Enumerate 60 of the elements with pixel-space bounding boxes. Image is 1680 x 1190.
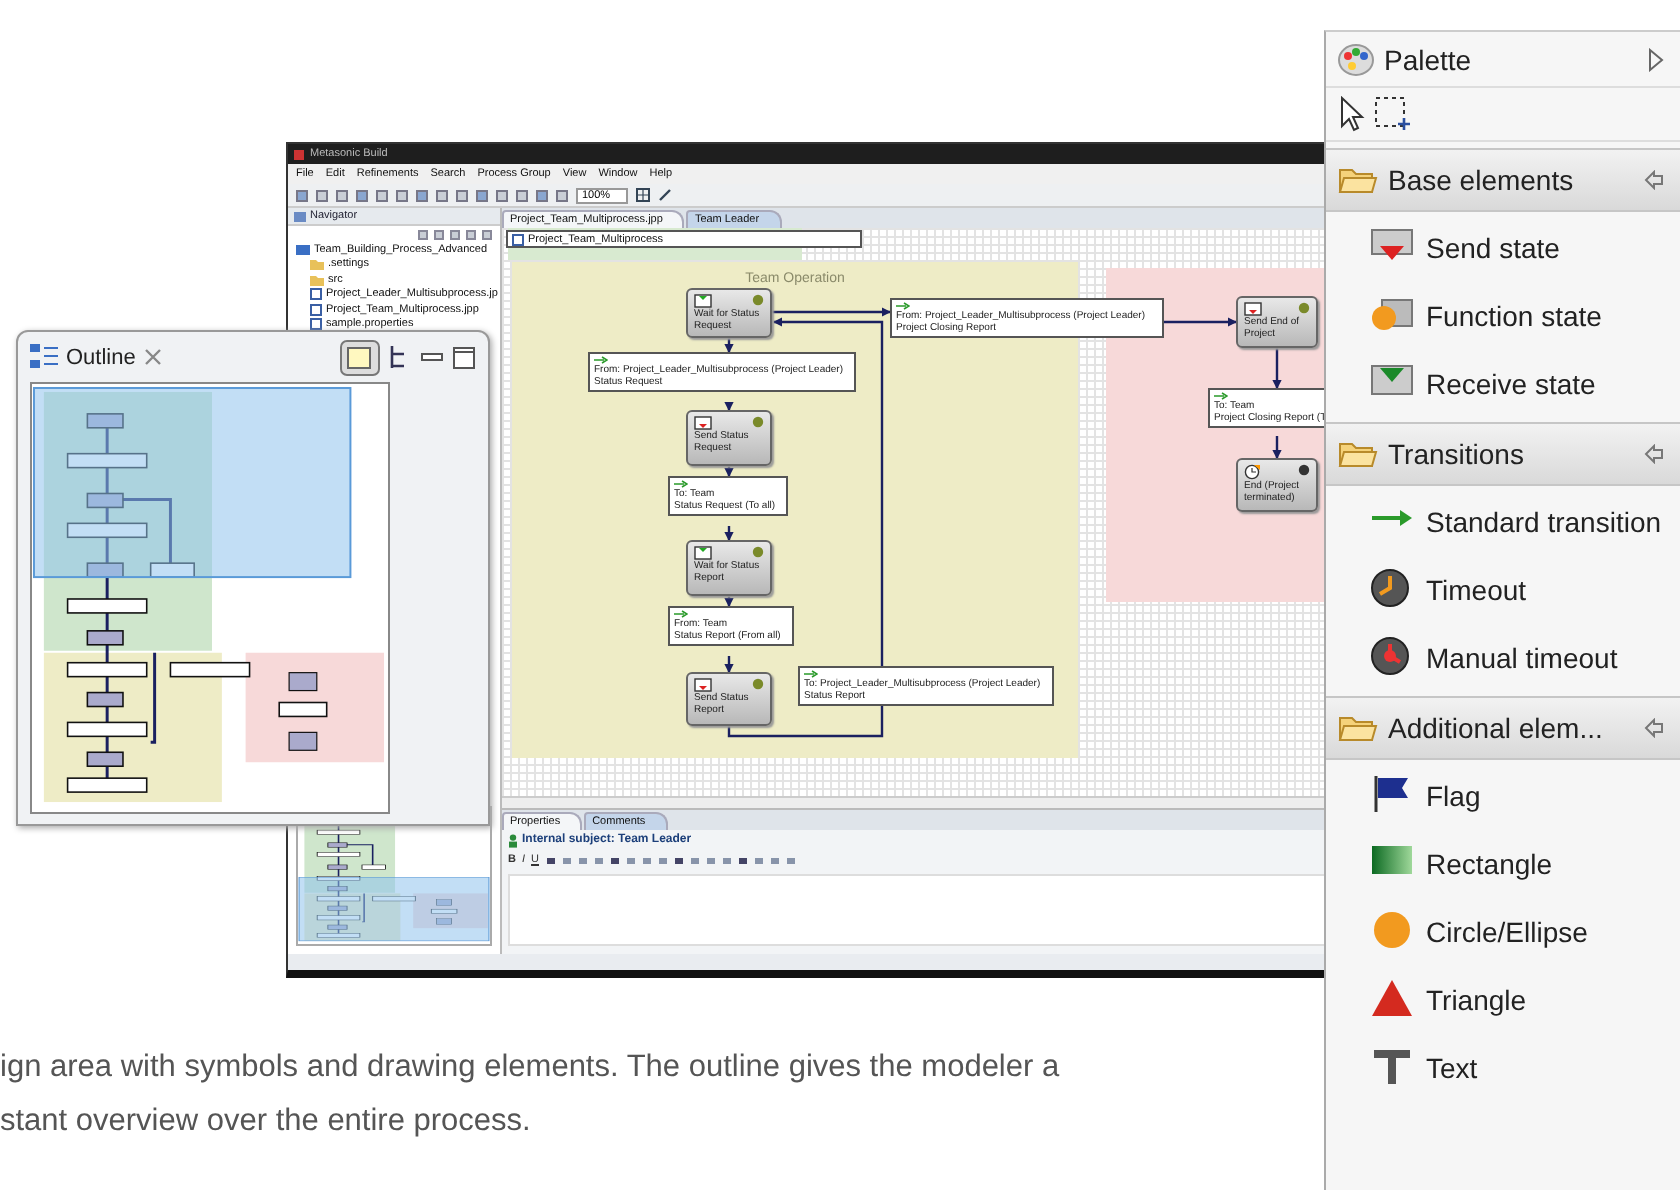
text-tool-icon [1370,1046,1414,1086]
flag-icon [1370,774,1414,814]
triangle-icon [1370,978,1414,1018]
palette-item[interactable]: Standard transition [1326,486,1680,554]
send-envelope-icon [1244,302,1262,316]
palette-item[interactable]: Circle/Ellipse [1326,896,1680,964]
thumbnail-view-icon[interactable] [340,339,380,375]
select-pointer-icon[interactable] [1338,96,1366,132]
connector-arrow [1272,436,1282,460]
folder-icon [1338,438,1378,470]
outline-tab[interactable]: Outline [66,345,136,369]
clock-icon [1244,464,1260,480]
marquee-icon[interactable] [1374,96,1410,132]
outline-icon [30,344,58,370]
arrow-icon [896,302,910,310]
palette-item[interactable]: Rectangle [1326,828,1680,896]
palette-item[interactable]: Flag [1326,760,1680,828]
pencil-icon[interactable] [658,188,673,202]
end-circle-icon [1298,464,1310,476]
send-state-icon [1370,226,1414,262]
palette-item[interactable]: Triangle [1326,964,1680,1032]
palette-item[interactable]: Manual timeout [1326,622,1680,690]
palette-section-header[interactable]: Base elements [1326,148,1680,212]
connector-arrow [1164,317,1238,327]
app-icon [294,149,304,159]
palette-item[interactable]: Send state [1326,212,1680,280]
receive-envelope-icon [694,294,712,308]
send-envelope-icon [694,678,712,692]
circle-icon [1370,910,1414,950]
receive-state-icon [1370,362,1414,398]
palette-item[interactable]: Function state [1326,280,1680,348]
receive-envelope-icon [694,546,712,560]
collapse-arrow-icon[interactable] [1648,47,1664,71]
rectangle-icon [1370,842,1414,878]
folder-icon [1338,712,1378,744]
close-icon[interactable] [143,348,162,366]
palette-icon [1338,43,1374,75]
clock-icon [1370,636,1414,676]
palette-title: Palette [1384,43,1474,75]
palette-item[interactable]: Text [1326,1032,1680,1100]
function-state-icon [1370,294,1414,334]
palette-section-header[interactable]: Transitions [1326,422,1680,486]
caption-text: ign area with symbols and drawing elements. The outline gives the modeler a stant overview over the entire process. [0,1048,1060,1142]
arrow-icon [804,670,818,678]
minimize-icon[interactable] [420,349,444,365]
connector-arrow [1272,348,1282,390]
folder-icon [1338,164,1378,196]
grid-icon[interactable] [636,188,651,202]
arrow-icon [674,480,688,488]
comment-field[interactable] [508,874,1328,946]
arrow-icon [1214,392,1228,400]
arrow-icon [674,610,688,618]
maximize-icon[interactable] [452,345,476,369]
palette-section-header[interactable]: Additional elem... [1326,696,1680,760]
clock-icon [1370,568,1414,608]
palette-item[interactable]: Receive state [1326,348,1680,416]
arrow-icon [594,356,608,364]
palette-item[interactable]: Timeout [1326,554,1680,622]
person-icon [508,833,518,847]
send-envelope-icon [694,416,712,430]
